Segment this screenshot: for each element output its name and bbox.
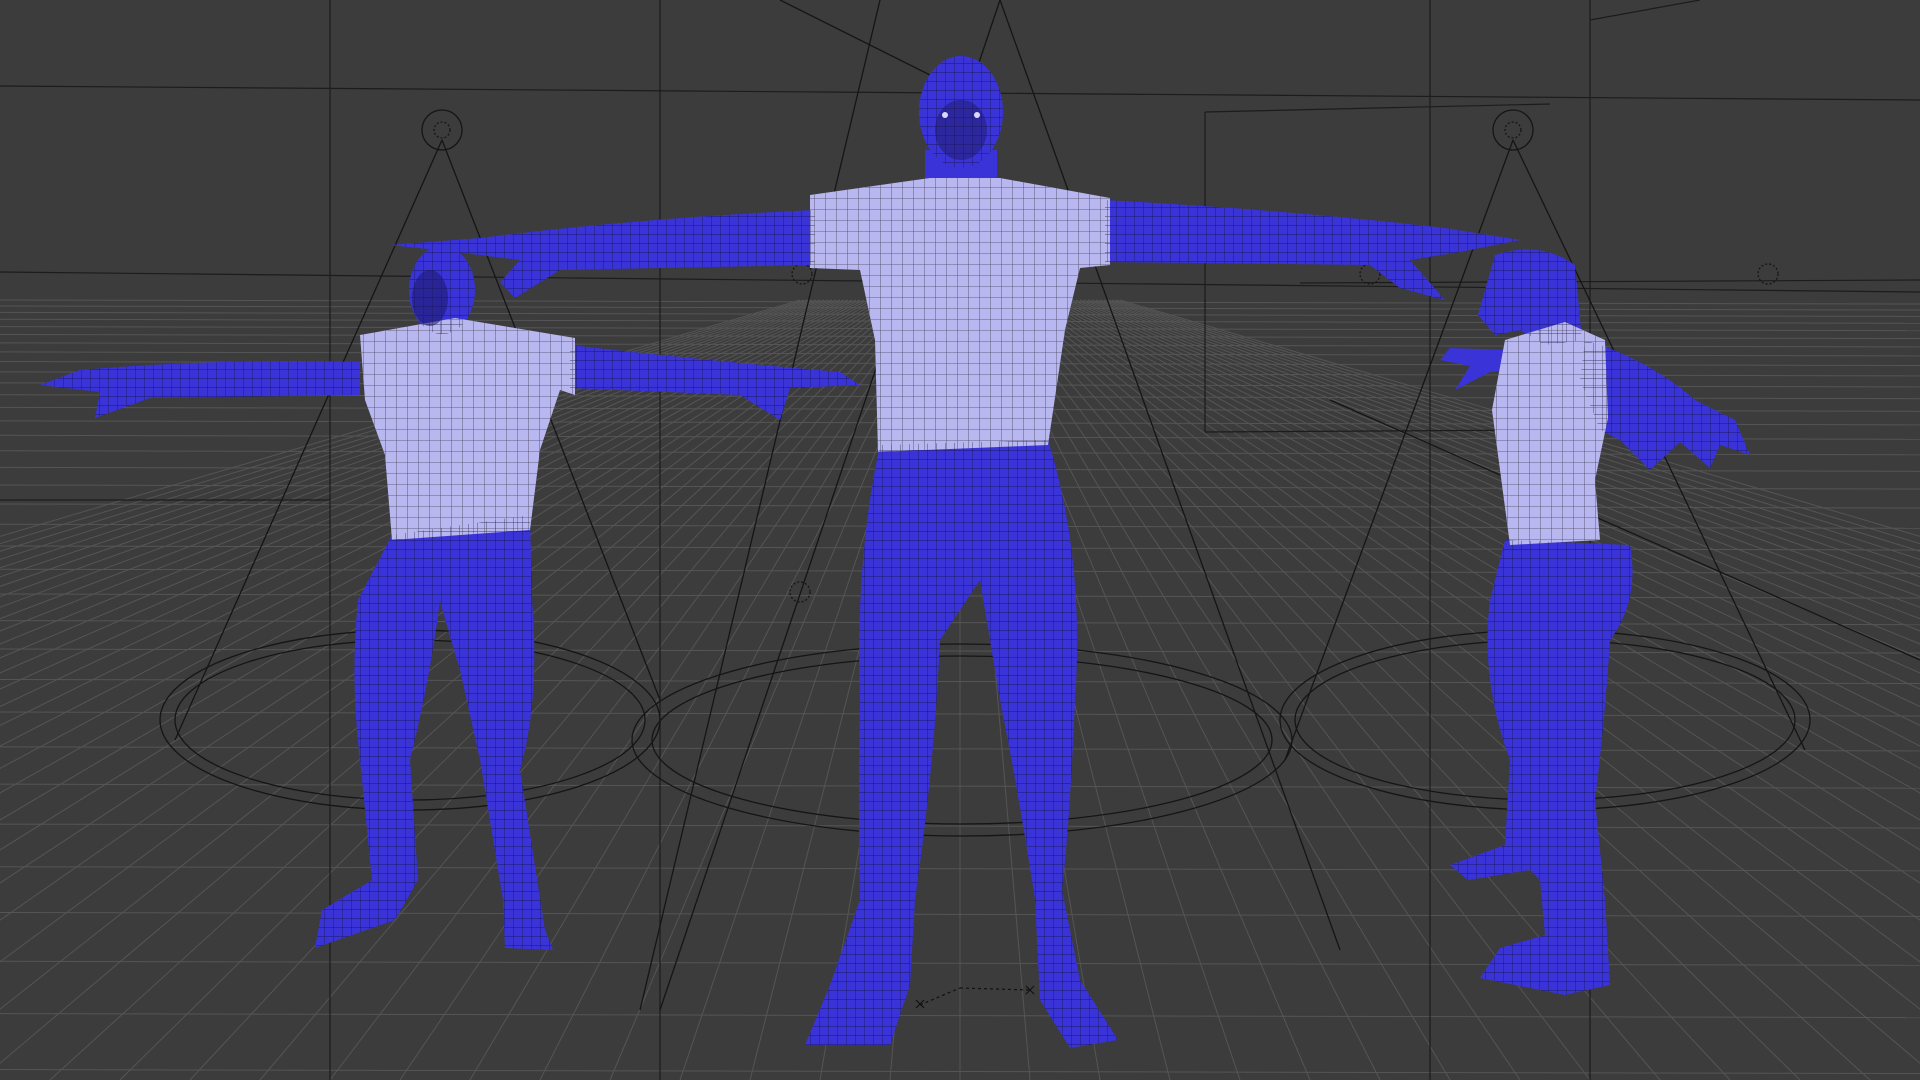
grid-line [1023, 299, 1920, 963]
grid-line [1043, 299, 1920, 794]
grid-line [1047, 299, 1920, 769]
creature-figure[interactable] [1440, 249, 1750, 995]
female-figure[interactable] [40, 246, 860, 950]
grid-line [1031, 299, 1920, 884]
viewport-scene[interactable] [0, 0, 1920, 1080]
grid-line [1039, 299, 1920, 821]
male-figure[interactable] [390, 56, 1520, 1048]
3d-viewport[interactable] [0, 0, 1920, 1080]
grid-line [1015, 299, 1920, 1064]
axis-gizmo-icon[interactable] [915, 985, 1035, 1009]
